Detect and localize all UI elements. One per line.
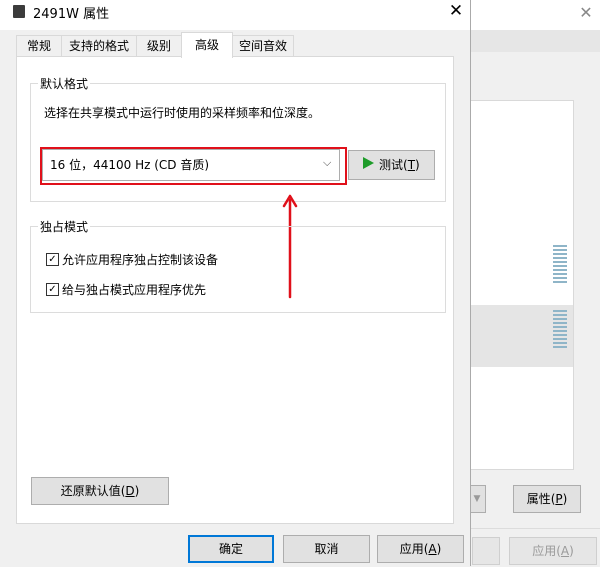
background-device-list: [470, 100, 574, 470]
default-format-legend: 默认格式: [38, 75, 91, 92]
tab-advanced[interactable]: 高级: [181, 32, 233, 58]
speaker-device-icon: [13, 5, 25, 18]
exclusive-priority-checkbox[interactable]: ✓: [46, 283, 59, 296]
tab-general[interactable]: 常规: [16, 35, 62, 56]
tab-supported-formats[interactable]: 支持的格式: [61, 35, 137, 56]
allow-exclusive-checkbox[interactable]: ✓: [46, 253, 59, 266]
apply-button[interactable]: 应用(A): [377, 535, 464, 563]
background-close-icon[interactable]: ✕: [574, 2, 598, 24]
dialog-title: 2491W 属性: [33, 7, 110, 22]
annotation-highlight-box: [40, 147, 347, 185]
exclusive-mode-legend: 独占模式: [38, 218, 91, 235]
restore-defaults-button[interactable]: 还原默认值(D): [31, 477, 169, 505]
play-icon: [363, 157, 374, 169]
allow-exclusive-label: 允许应用程序独占控制该设备: [62, 253, 219, 267]
close-icon[interactable]: ✕: [444, 0, 468, 24]
background-tab-strip: [470, 30, 600, 52]
tab-spatial-sound[interactable]: 空间音效: [232, 35, 294, 56]
ok-button[interactable]: 确定: [188, 535, 274, 563]
level-meter-icon: [553, 310, 567, 348]
default-format-description: 选择在共享模式中运行时使用的采样频率和位深度。: [44, 106, 321, 120]
test-button-label: 测试(T): [379, 158, 420, 172]
background-ok-button[interactable]: [472, 537, 500, 565]
tab-levels[interactable]: 级别: [136, 35, 182, 56]
background-properties-button[interactable]: 属性(P): [513, 485, 581, 513]
level-meter-icon: [553, 245, 567, 283]
background-apply-button[interactable]: 应用(A): [509, 537, 597, 565]
exclusive-priority-label: 给与独占模式应用程序优先: [62, 283, 207, 297]
cancel-button[interactable]: 取消: [283, 535, 370, 563]
exclusive-mode-group: [30, 226, 446, 313]
